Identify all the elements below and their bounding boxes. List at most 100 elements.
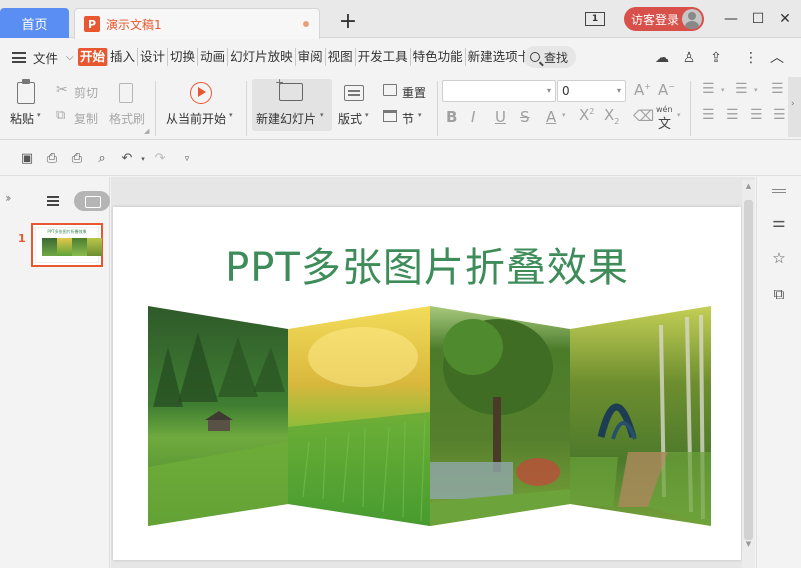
clipboard-group-launcher-icon[interactable]: ◢ [144,127,149,135]
font-name-select[interactable]: ▾ [442,80,556,102]
file-menu[interactable]: 文件 [33,48,58,67]
tab-home[interactable]: 开始 [78,48,109,66]
font-color-caret-icon[interactable]: ▾ [562,111,566,119]
outline-view-icon[interactable] [47,196,59,206]
section-label: 节 [402,112,415,126]
ribbon-tabs: 开始 插入 设计 切换 动画 幻灯片放映 审阅 视图 开发工具 特色功能 新建选… [78,48,532,66]
justify-icon[interactable]: ☰ [773,107,786,123]
expand-panel-icon[interactable]: ›› [5,191,11,205]
ribbon-scroll-right[interactable]: › [788,77,801,137]
reset-label: 重置 [402,86,427,100]
right-sidebar: ⚌ ☆ ⧉ [756,177,801,568]
tab-features[interactable]: 特色功能 [411,48,466,66]
new-tab-button[interactable]: + [336,9,360,35]
layout-caret-icon: ▾ [365,111,369,119]
numbered-list-caret-icon[interactable]: ▾ [754,86,758,94]
undo-caret-icon[interactable]: ▾ [136,152,150,166]
subscript-icon[interactable]: X2 [604,106,619,126]
copy-button[interactable]: 复制 [74,110,98,127]
tab-insert[interactable]: 插入 [108,48,139,66]
decrease-indent-icon[interactable]: ☰ [771,81,784,97]
new-slide-button[interactable]: + 新建幻灯片 ▾ [252,76,332,131]
close-button[interactable]: ✕ [773,8,797,30]
print-preview-icon[interactable]: ⌕ [95,152,109,166]
scroll-thumb[interactable] [744,200,753,540]
phonetic-caret-icon[interactable]: ▾ [677,111,681,119]
bullet-list-caret-icon[interactable]: ▾ [721,86,725,94]
strikethrough-icon[interactable]: S [520,108,530,126]
align-left-icon[interactable]: ☰ [702,107,715,123]
tab-transitions[interactable]: 切换 [168,48,199,66]
copy-icon: ⧉ [56,108,66,123]
slide-number: 1 [18,232,26,245]
tab-design[interactable]: 设计 [138,48,169,66]
fold-image-4[interactable] [570,306,711,526]
slide-thumbnail[interactable]: PPT多张图片折叠效果 [31,223,103,267]
vertical-scrollbar[interactable]: ▲ ▼ [742,180,755,568]
from-current-label: 从当前开始 [166,112,227,126]
document-tab[interactable]: P 演示文稿1 [74,8,320,39]
maximize-button[interactable]: ☐ [746,8,770,30]
folded-images[interactable] [113,207,741,560]
undo-icon[interactable]: ↶ [120,152,134,166]
cut-button[interactable]: 剪切 [74,84,98,101]
export-icon[interactable]: ⇪ [707,49,725,67]
align-center-icon[interactable]: ☰ [726,107,739,123]
fold-image-1[interactable] [148,306,288,526]
save-icon[interactable]: ▣ [20,152,34,166]
tab-animations[interactable]: 动画 [198,48,229,66]
align-right-icon[interactable]: ☰ [750,107,763,123]
fold-image-3[interactable] [430,306,570,526]
bold-icon[interactable]: B [446,108,457,126]
font-color-icon[interactable]: A [546,108,556,126]
export-pdf-icon[interactable]: ⎙ [45,152,59,166]
cloud-sync-icon[interactable]: ☁ [653,49,671,67]
clear-format-icon[interactable]: ⌫ [633,107,654,125]
slide-switch-icon[interactable]: ⧉ [769,284,789,304]
reset-icon [383,84,397,96]
share-user-icon[interactable]: ♙ [680,49,698,67]
tab-new-tab[interactable]: 新建选项卡 [466,48,533,66]
phonetic-guide-button[interactable]: wén 文 [655,105,675,132]
collapse-ribbon-icon[interactable]: ︿ [768,49,786,67]
paste-label: 粘贴 [10,112,35,126]
search-button[interactable]: 查找 [524,46,576,68]
minimize-button[interactable]: — [719,8,743,30]
menu-bar: 文件 ⌵ 开始 插入 设计 切换 动画 幻灯片放映 审阅 视图 开发工具 特色功… [0,39,801,75]
paste-caret-icon[interactable]: ▾ [37,111,41,119]
underline-icon[interactable]: U [495,108,506,126]
hamburger-menu-icon[interactable] [12,52,26,63]
more-options-icon[interactable]: ⋮ [742,49,760,67]
font-name-caret-icon: ▾ [546,86,551,95]
customize-toolbar-icon[interactable]: ▿ [180,152,194,166]
home-tab[interactable]: 首页 [0,8,69,38]
decrease-font-icon[interactable]: A− [658,81,675,99]
scroll-down-icon[interactable]: ▼ [742,540,755,548]
window-counter-icon[interactable]: 1 [585,12,605,26]
avatar [682,9,702,29]
redo-icon[interactable]: ↷ [153,152,167,166]
tab-slideshow[interactable]: 幻灯片放映 [228,48,296,66]
italic-icon[interactable]: I [471,108,475,126]
bullet-list-icon[interactable]: ☰ [702,81,715,97]
file-menu-caret-icon[interactable]: ⌵ [66,52,74,63]
font-size-caret-icon: ▾ [616,86,621,95]
print-icon[interactable]: ⎙ [70,152,84,166]
slide[interactable]: PPT多张图片折叠效果 [113,207,741,560]
property-sliders-icon[interactable]: ⚌ [769,212,789,232]
login-button[interactable]: 访客登录 [624,7,704,31]
fold-image-2[interactable] [288,306,430,526]
tab-view[interactable]: 视图 [326,48,356,66]
increase-font-icon[interactable]: A+ [634,81,651,99]
font-size-select[interactable]: 0 ▾ [557,80,626,102]
scroll-up-icon[interactable]: ▲ [742,182,755,190]
animation-star-icon[interactable]: ☆ [769,248,789,268]
format-painter-button[interactable]: 格式刷 [109,110,145,127]
thumbnail-view-toggle[interactable] [74,191,110,211]
new-slide-caret-icon: ▾ [320,111,324,119]
numbered-list-icon[interactable]: ☰ [735,81,748,97]
tab-review[interactable]: 审阅 [296,48,326,66]
tab-developer[interactable]: 开发工具 [356,48,411,66]
superscript-icon[interactable]: X2 [579,106,594,124]
chevron-right-icon: › [791,99,795,109]
